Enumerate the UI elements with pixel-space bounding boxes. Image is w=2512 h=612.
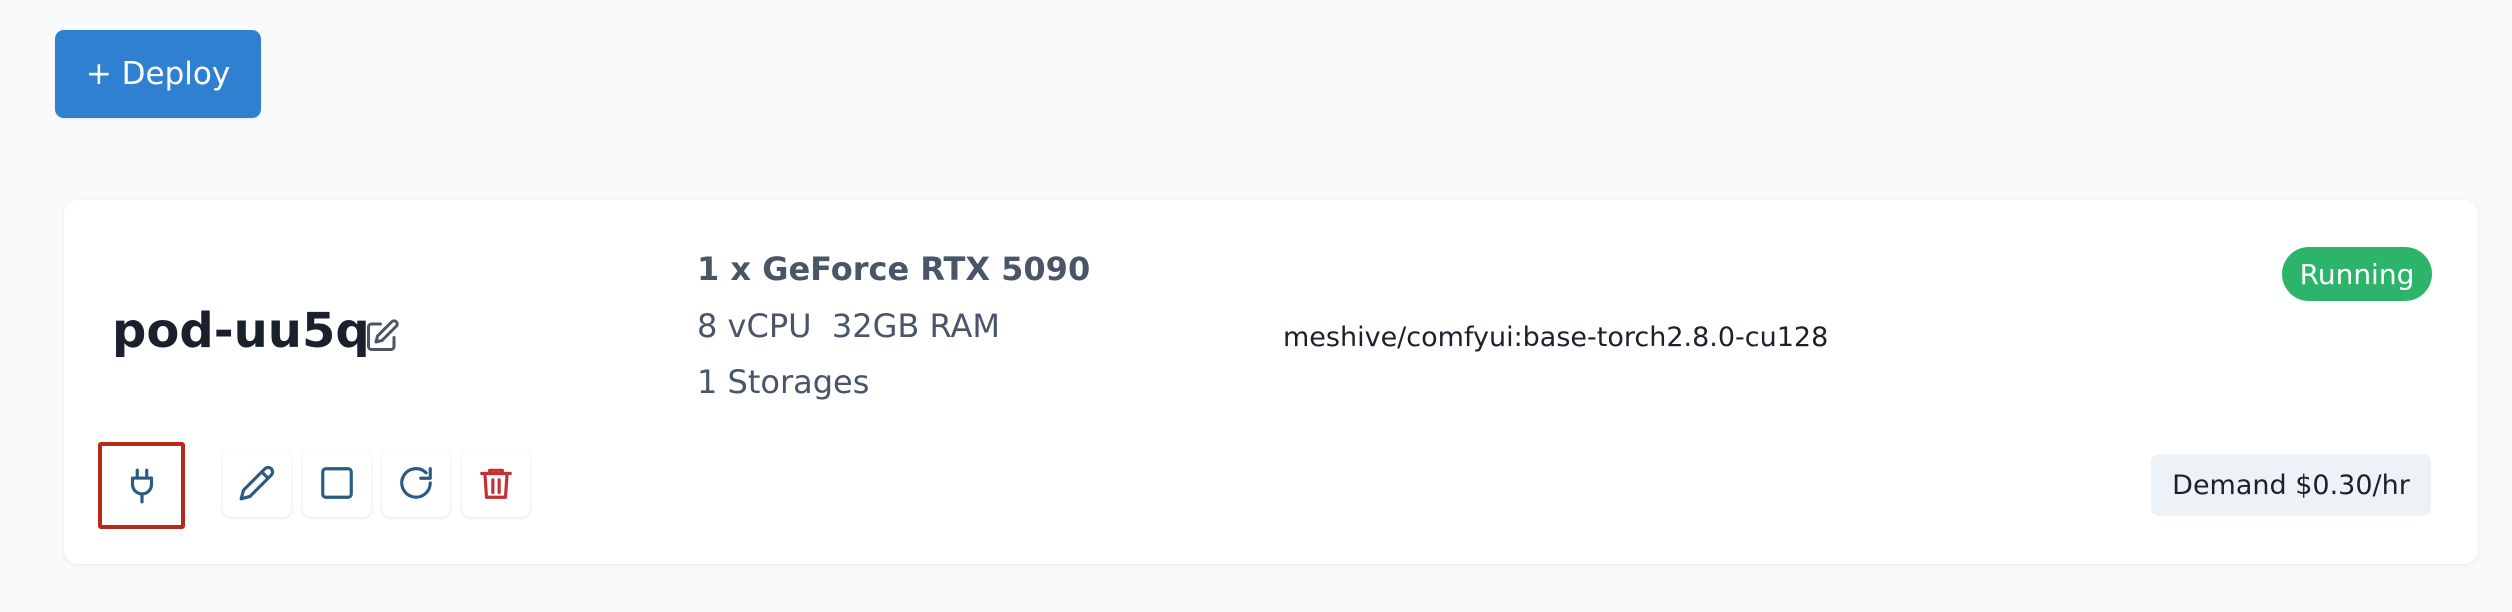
price-badge: Demand $0.30/hr (2151, 454, 2431, 516)
stop-button[interactable] (303, 449, 371, 517)
cpu-ram-spec: 8 vCPU 32GB RAM (697, 307, 1000, 345)
storage-spec: 1 Storages (697, 363, 870, 401)
deploy-button[interactable]: + Deploy (55, 30, 261, 118)
pod-card: pod-uu5q 1 x GeForce RTX 5090 8 vCPU 32G… (64, 200, 2478, 564)
trash-icon (480, 468, 512, 499)
pod-name: pod-uu5q (112, 303, 370, 359)
edit-name-icon[interactable] (364, 318, 400, 354)
square-icon (321, 467, 353, 499)
container-image: meshive/comfyui:base-torch2.8.0-cu128 (1283, 322, 1829, 353)
delete-button[interactable] (462, 449, 530, 517)
plug-icon (130, 468, 153, 503)
edit-button[interactable] (223, 449, 291, 517)
refresh-icon (400, 467, 432, 499)
restart-button[interactable] (382, 449, 450, 517)
connect-button[interactable] (98, 442, 185, 529)
gpu-spec: 1 x GeForce RTX 5090 (697, 250, 1091, 288)
pencil-icon (239, 465, 275, 501)
status-badge: Running (2282, 247, 2432, 301)
